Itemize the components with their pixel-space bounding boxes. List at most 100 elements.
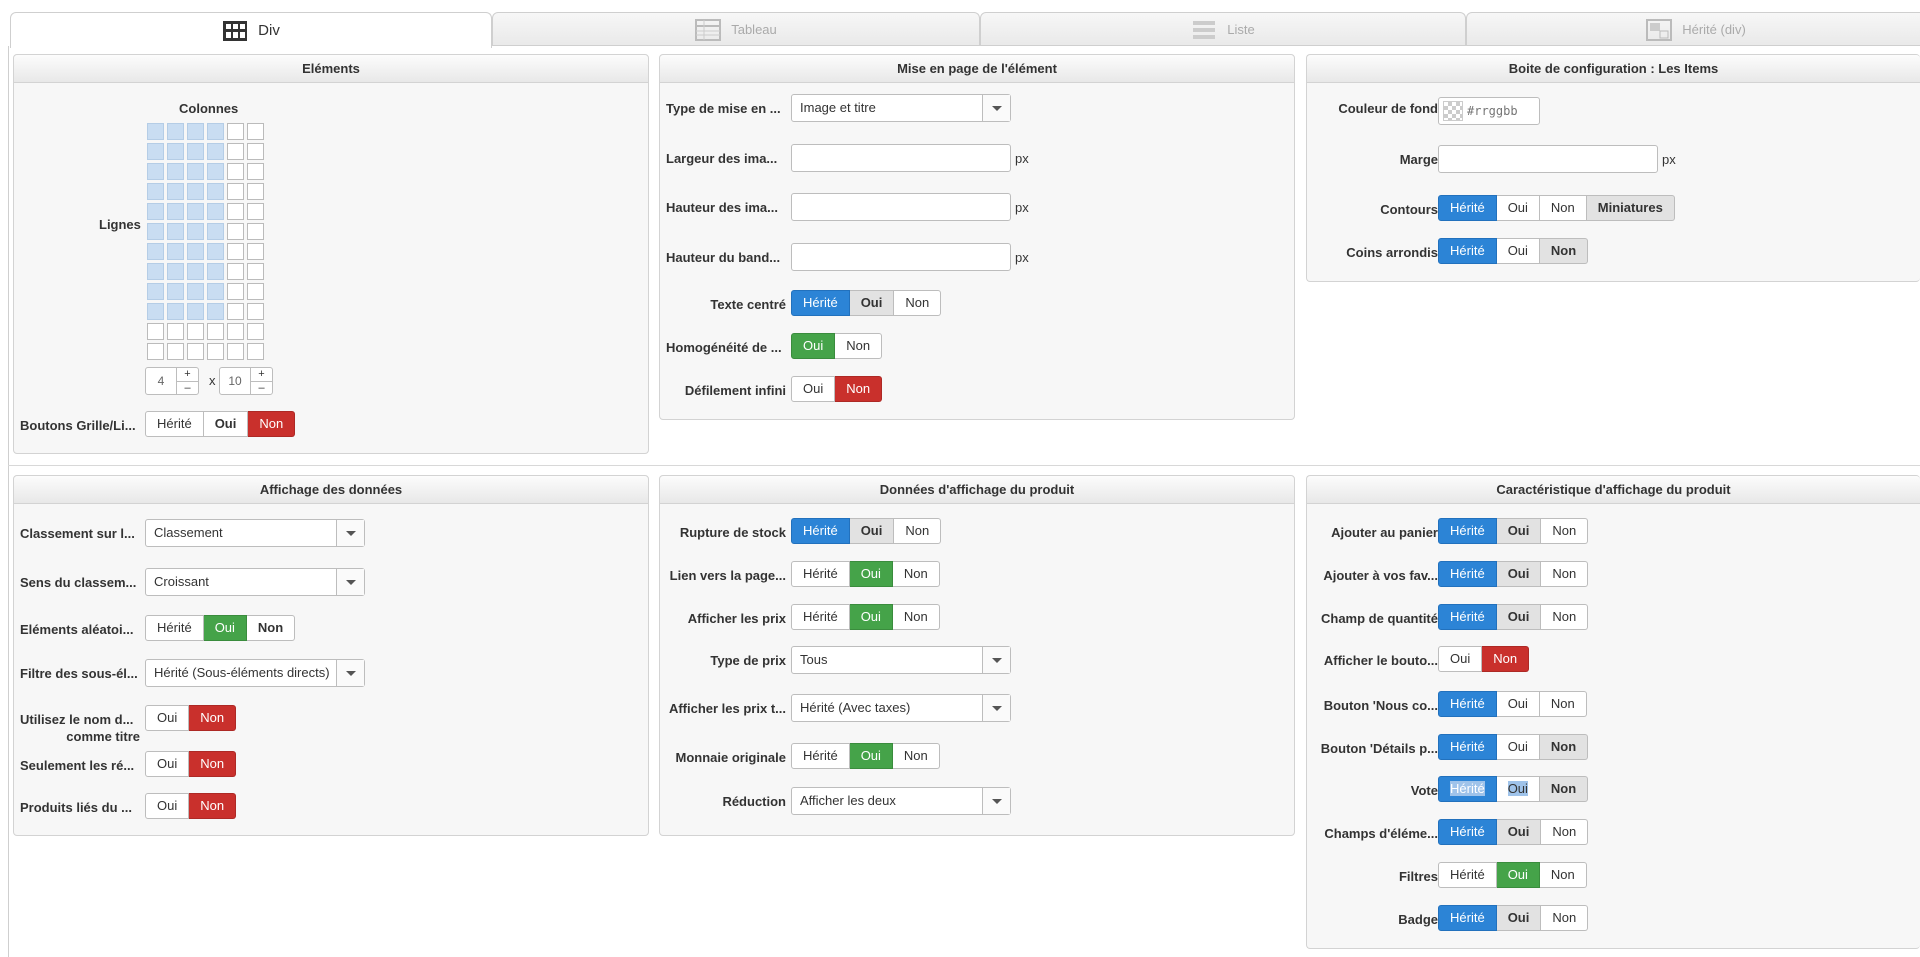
grid-cell[interactable] — [167, 283, 184, 300]
grid-cell[interactable] — [207, 183, 224, 200]
option-non[interactable]: Non — [892, 561, 940, 587]
option-non[interactable]: Non — [835, 333, 883, 359]
image-width-input[interactable] — [791, 144, 1011, 172]
option-oui[interactable]: Oui — [203, 411, 249, 437]
grid-cell[interactable] — [207, 263, 224, 280]
image-height-input[interactable] — [791, 193, 1011, 221]
grid-cell[interactable] — [227, 343, 244, 360]
grid-cell[interactable] — [187, 163, 204, 180]
subitem-filter-select[interactable]: Hérité (Sous-éléments directs) — [145, 659, 365, 687]
option-herite[interactable]: Hérité — [145, 615, 204, 641]
grid-cell[interactable] — [227, 203, 244, 220]
grid-cell[interactable] — [147, 323, 164, 340]
option-non[interactable]: Non — [189, 751, 237, 777]
grid-cell[interactable] — [147, 343, 164, 360]
grid-cell[interactable] — [207, 163, 224, 180]
chevron-down-icon[interactable] — [982, 95, 1010, 121]
option-non[interactable]: Non — [1541, 518, 1589, 544]
grid-cell[interactable] — [167, 203, 184, 220]
tab-div[interactable]: Div — [10, 12, 492, 48]
option-oui[interactable]: Oui — [791, 333, 836, 359]
layout-grid[interactable] — [147, 123, 264, 360]
decrement-button[interactable]: – — [251, 382, 272, 395]
grid-cell[interactable] — [187, 323, 204, 340]
grid-cell[interactable] — [227, 183, 244, 200]
option-oui[interactable]: Oui — [145, 793, 190, 819]
option-oui[interactable]: Oui — [1496, 819, 1542, 845]
grid-cell[interactable] — [187, 203, 204, 220]
grid-cell[interactable] — [207, 343, 224, 360]
option-non[interactable]: Non — [1541, 819, 1589, 845]
option-non[interactable]: Non — [1539, 691, 1587, 717]
grid-cell[interactable] — [167, 323, 184, 340]
grid-cell[interactable] — [227, 243, 244, 260]
grid-cell[interactable] — [247, 303, 264, 320]
option-herite[interactable]: Hérité — [791, 743, 850, 769]
option-oui[interactable]: Oui — [1496, 195, 1540, 221]
chevron-down-icon[interactable] — [982, 647, 1010, 673]
grid-cell[interactable] — [247, 143, 264, 160]
option-herite[interactable]: Hérité — [1438, 604, 1497, 630]
grid-cell[interactable] — [147, 203, 164, 220]
option-non[interactable]: Non — [1539, 776, 1589, 802]
option-non[interactable]: Non — [189, 705, 237, 731]
option-herite[interactable]: Hérité — [145, 411, 204, 437]
option-herite[interactable]: Hérité — [1438, 734, 1497, 760]
option-herite[interactable]: Hérité — [791, 518, 850, 544]
grid-cell[interactable] — [187, 183, 204, 200]
grid-cell[interactable] — [207, 283, 224, 300]
grid-cell[interactable] — [147, 303, 164, 320]
margin-input[interactable] — [1438, 145, 1658, 173]
decrement-button[interactable]: – — [177, 382, 198, 395]
option-non[interactable]: Non — [1541, 561, 1589, 587]
grid-cell[interactable] — [247, 203, 264, 220]
grid-cell[interactable] — [187, 123, 204, 140]
tab-herite-div[interactable]: Hérité (div) — [1466, 12, 1920, 46]
rows-stepper[interactable]: 10 + – — [219, 367, 273, 395]
option-oui[interactable]: Oui — [849, 743, 893, 769]
sort-direction-select[interactable]: Croissant — [145, 568, 365, 596]
option-oui[interactable]: Oui — [1496, 862, 1540, 888]
option-oui[interactable]: Oui — [849, 290, 895, 316]
option-herite[interactable]: Hérité — [1438, 862, 1497, 888]
option-oui[interactable]: Oui — [1496, 905, 1542, 931]
option-non[interactable]: Non — [835, 376, 883, 402]
option-non[interactable]: Non — [1541, 604, 1589, 630]
option-herite[interactable]: Hérité — [1438, 195, 1497, 221]
sort-select[interactable]: Classement — [145, 519, 365, 547]
option-herite[interactable]: Hérité — [1438, 238, 1497, 264]
grid-cell[interactable] — [187, 263, 204, 280]
chevron-down-icon[interactable] — [982, 788, 1010, 814]
grid-cell[interactable] — [167, 143, 184, 160]
option-non[interactable]: Non — [1539, 238, 1589, 264]
grid-cell[interactable] — [247, 123, 264, 140]
grid-cell[interactable] — [227, 223, 244, 240]
columns-stepper[interactable]: 4 + – — [145, 367, 199, 395]
option-oui[interactable]: Oui — [1496, 561, 1542, 587]
grid-cell[interactable] — [207, 143, 224, 160]
option-non[interactable]: Non — [894, 290, 942, 316]
option-oui[interactable]: Oui — [145, 705, 190, 731]
grid-cell[interactable] — [167, 223, 184, 240]
grid-cell[interactable] — [187, 243, 204, 260]
grid-cell[interactable] — [187, 283, 204, 300]
option-oui[interactable]: Oui — [849, 518, 895, 544]
increment-button[interactable]: + — [177, 368, 198, 382]
option-herite[interactable]: Hérité — [1438, 691, 1497, 717]
layout-type-select[interactable]: Image et titre — [791, 94, 1011, 122]
grid-cell[interactable] — [147, 143, 164, 160]
grid-cell[interactable] — [227, 163, 244, 180]
bg-color-picker[interactable] — [1438, 97, 1540, 125]
grid-cell[interactable] — [167, 243, 184, 260]
discount-select[interactable]: Afficher les deux — [791, 787, 1011, 815]
tab-tableau[interactable]: Tableau — [492, 12, 980, 46]
option-non[interactable]: Non — [894, 518, 942, 544]
option-herite[interactable]: Hérité — [1438, 561, 1497, 587]
option-oui[interactable]: Oui — [1496, 776, 1540, 802]
grid-cell[interactable] — [167, 163, 184, 180]
option-oui[interactable]: Oui — [791, 376, 836, 402]
grid-cell[interactable] — [227, 303, 244, 320]
option-herite[interactable]: Hérité — [1438, 819, 1497, 845]
grid-cell[interactable] — [167, 263, 184, 280]
chevron-down-icon[interactable] — [982, 695, 1010, 721]
